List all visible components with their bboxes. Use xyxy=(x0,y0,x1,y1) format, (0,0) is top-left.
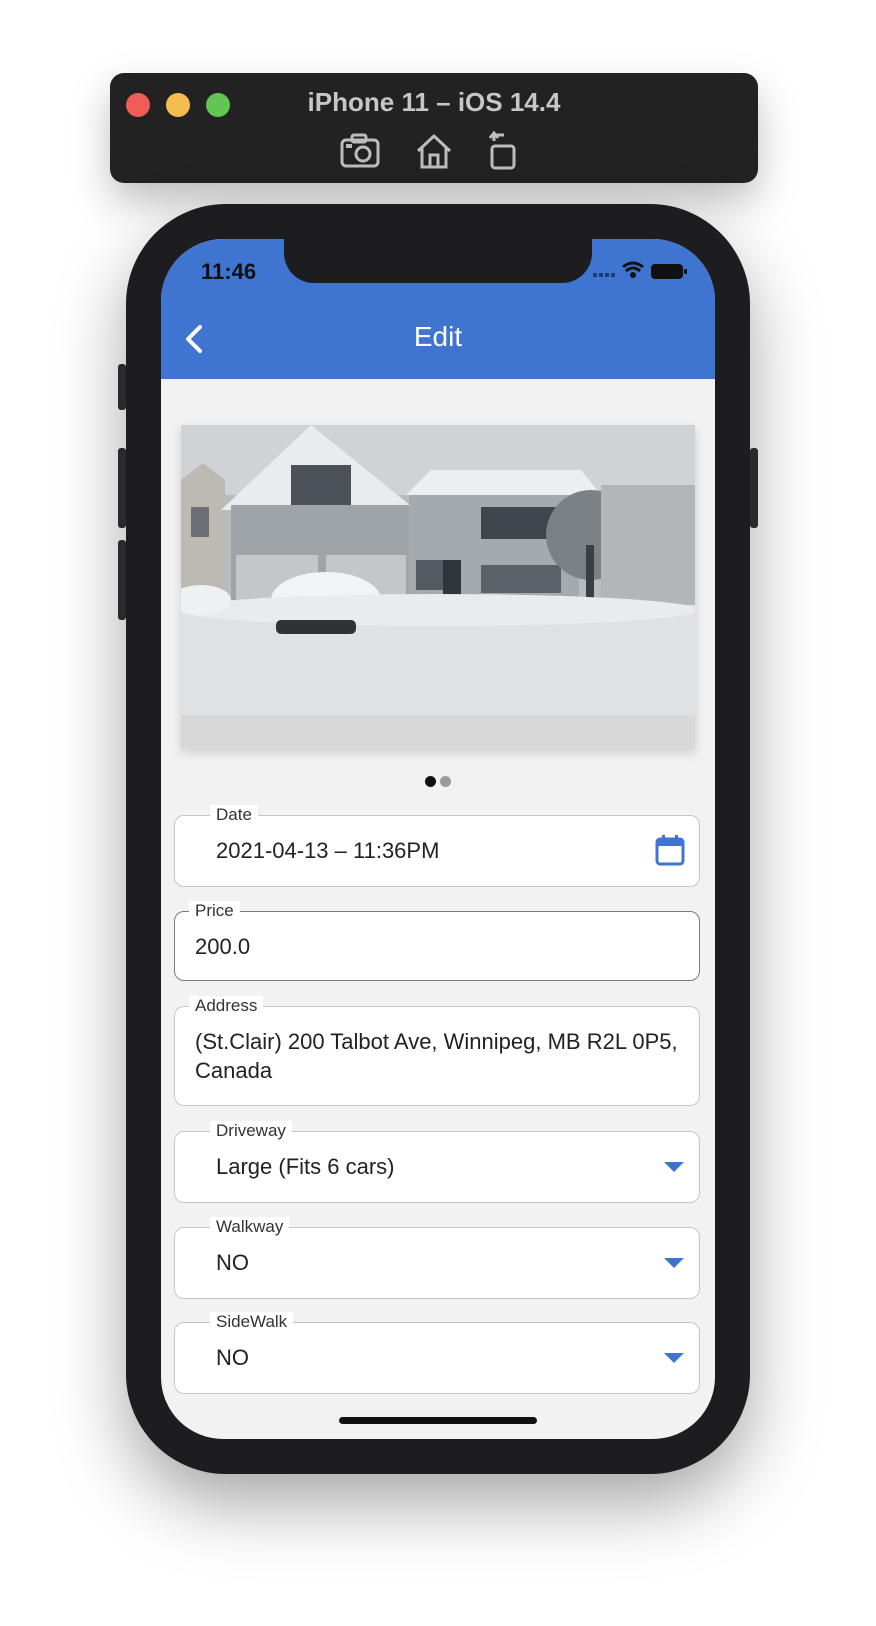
dropdown-arrow-icon[interactable] xyxy=(663,1160,685,1174)
date-field[interactable]: Date 2021-04-13 – 11:36PM xyxy=(174,805,700,887)
driveway-dropdown[interactable]: Driveway Large (Fits 6 cars) xyxy=(174,1121,700,1203)
dropdown-arrow-icon[interactable] xyxy=(663,1256,685,1270)
power-button xyxy=(750,448,758,528)
price-label: Price xyxy=(189,901,240,921)
volume-down-button xyxy=(118,540,126,620)
page-dot[interactable] xyxy=(440,776,451,787)
driveway-value: Large (Fits 6 cars) xyxy=(216,1154,395,1179)
walkway-value: NO xyxy=(216,1250,249,1275)
house-photo xyxy=(181,425,695,715)
carousel-pagination xyxy=(161,774,715,788)
price-field[interactable]: Price 200.0 xyxy=(174,901,700,981)
driveway-label: Driveway xyxy=(210,1121,292,1141)
volume-up-button xyxy=(118,448,126,528)
address-line-2[interactable]: Canada xyxy=(195,1056,272,1086)
address-line-1[interactable]: (St.Clair) 200 Talbot Ave, Winnipeg, MB … xyxy=(195,1027,678,1057)
simulator-title-bar: iPhone 11 – iOS 14.4 xyxy=(110,73,758,183)
page-title: Edit xyxy=(413,321,463,352)
walkway-label: Walkway xyxy=(210,1217,290,1237)
address-field[interactable]: Address (St.Clair) 200 Talbot Ave, Winni… xyxy=(174,996,700,1106)
rotate-icon[interactable] xyxy=(482,129,526,173)
wifi-icon xyxy=(622,261,644,278)
photo-carousel[interactable] xyxy=(181,425,695,749)
dropdown-arrow-icon[interactable] xyxy=(663,1351,685,1365)
date-label: Date xyxy=(210,805,258,825)
walkway-dropdown[interactable]: Walkway NO xyxy=(174,1217,700,1299)
date-value: 2021-04-13 – 11:36PM xyxy=(216,838,440,863)
home-indicator[interactable] xyxy=(339,1417,537,1424)
sidewalk-label: SideWalk xyxy=(210,1312,294,1332)
signal-icon xyxy=(593,273,615,277)
notch xyxy=(284,239,592,283)
simulator-title: iPhone 11 – iOS 14.4 xyxy=(307,87,561,117)
mute-switch xyxy=(118,364,126,410)
address-label: Address xyxy=(189,996,264,1016)
page-dot-active[interactable] xyxy=(425,776,436,787)
app-screen: 11:46 Edit Date 2021-04-13 – 11:36PM Pri… xyxy=(161,239,715,1439)
home-icon[interactable] xyxy=(412,129,456,173)
price-input[interactable]: 200.0 xyxy=(195,932,250,962)
battery-icon xyxy=(651,264,687,279)
sidewalk-value: NO xyxy=(216,1345,249,1370)
status-icons xyxy=(593,261,693,281)
screenshot-icon[interactable] xyxy=(338,129,382,173)
status-time: 11:46 xyxy=(201,259,257,284)
calendar-icon[interactable] xyxy=(655,834,685,866)
phone-frame: 11:46 Edit Date 2021-04-13 – 11:36PM Pri… xyxy=(118,204,758,1474)
sidewalk-dropdown[interactable]: SideWalk NO xyxy=(174,1312,700,1394)
